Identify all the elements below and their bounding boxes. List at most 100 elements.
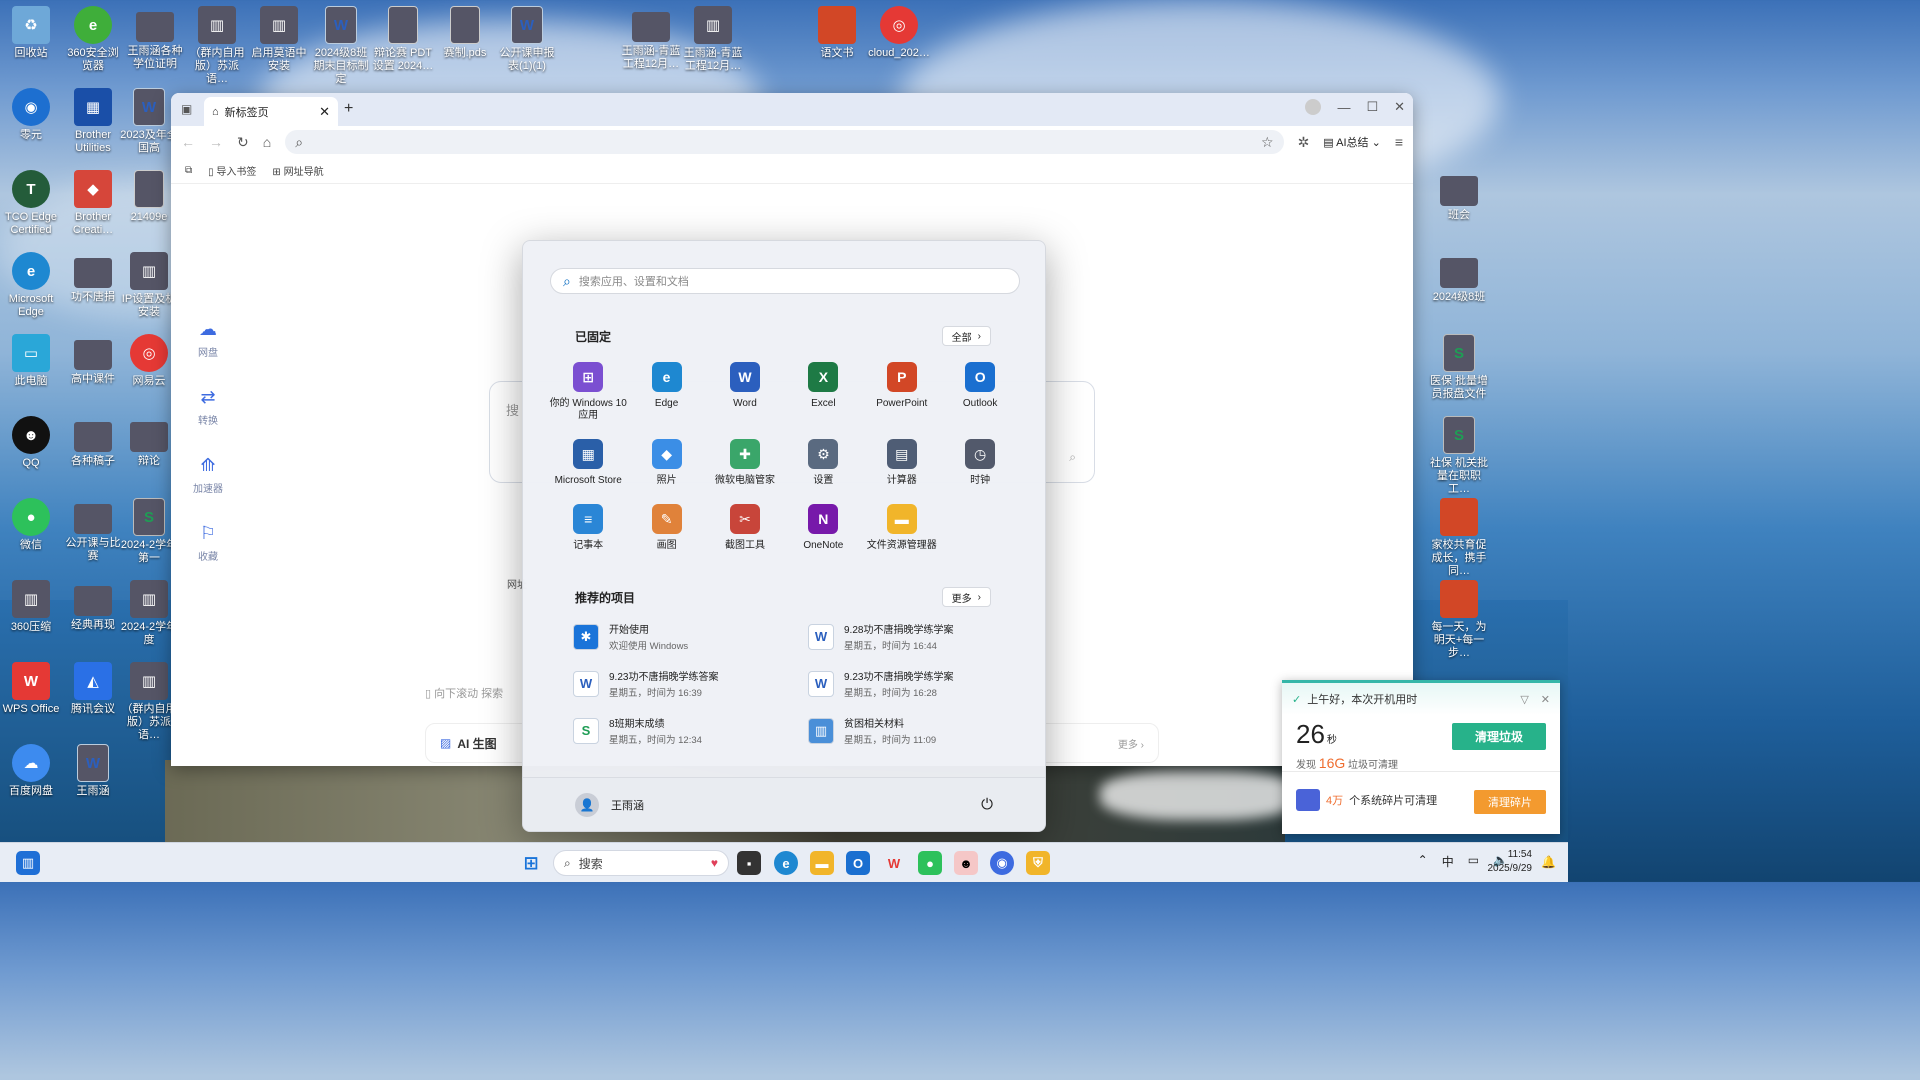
app-taskbar-icon[interactable]: ◉ — [990, 851, 1014, 875]
wechat-taskbar-icon[interactable]: ● — [918, 851, 942, 875]
show-desktop-icon[interactable]: 🔔 — [1541, 855, 1556, 869]
address-bar[interactable]: ⌕ ☆ — [285, 130, 1284, 154]
home-button-icon[interactable]: ⌂ — [263, 134, 271, 150]
desktop-icon[interactable]: e 360安全浏览器 — [62, 6, 124, 73]
pinned-app[interactable]: O Outlook — [941, 359, 1019, 422]
recommended-item[interactable]: ▥ 贫困相关材料 星期五，时间为 11:09 — [808, 715, 1003, 746]
power-icon[interactable]: ⏻ — [981, 796, 993, 813]
windows-start-icon[interactable]: ⊞ — [519, 851, 543, 875]
recommended-item[interactable]: W 9.28功不唐捐晚学练学案 星期五，时间为 16:44 — [808, 621, 1003, 652]
close-icon[interactable]: ✕ — [1541, 693, 1550, 706]
pinned-app[interactable]: P PowerPoint — [863, 359, 941, 422]
desktop-icon[interactable]: ▦ Brother Utilities — [62, 88, 124, 155]
sidebar-netdisk[interactable]: ☁ 网盘 — [193, 319, 223, 359]
user-avatar-icon[interactable]: 👤 — [575, 792, 599, 817]
forward-icon[interactable]: → — [209, 134, 223, 150]
maximize-button[interactable]: ☐ — [1366, 99, 1378, 115]
edge-taskbar-icon[interactable]: e — [774, 851, 798, 875]
recommended-item[interactable]: ✱ 开始使用 欢迎使用 Windows — [573, 621, 808, 652]
widgets-icon[interactable]: ▥ — [16, 851, 40, 875]
pinned-app[interactable]: ✂ 截图工具 — [706, 501, 784, 552]
close-window-button[interactable]: ✕ — [1394, 99, 1405, 115]
sidebar-convert[interactable]: ⇄ 转换 — [193, 387, 223, 427]
pinned-app[interactable]: ✚ 微软电脑管家 — [706, 436, 784, 487]
desktop-icon[interactable]: 家校共育促成长，携手同… — [1428, 498, 1490, 578]
chevron-up-icon[interactable]: ⌃ — [1418, 853, 1428, 870]
file-explorer-icon[interactable]: ▬ — [810, 851, 834, 875]
pinned-app[interactable]: ≡ 记事本 — [549, 501, 627, 552]
star-icon[interactable]: ☆ — [1261, 134, 1274, 151]
start-search-input[interactable]: ⌕ 搜索应用、设置和文档 — [550, 268, 1020, 294]
reload-icon[interactable]: ↻ — [237, 134, 249, 151]
pinned-app[interactable]: ▬ 文件资源管理器 — [863, 501, 941, 552]
desktop-icon[interactable]: ◎ cloud_202… — [868, 6, 930, 60]
pinned-app[interactable]: ◆ 照片 — [627, 436, 705, 487]
pinned-app[interactable]: ▦ Microsoft Store — [549, 436, 627, 487]
desktop-icon[interactable]: ▭ 此电脑 — [0, 334, 62, 388]
desktop-icon[interactable]: 王雨涵各种学位证明 — [124, 6, 186, 71]
back-icon[interactable]: ← — [181, 134, 195, 150]
outlook-taskbar-icon[interactable]: O — [846, 851, 870, 875]
desktop-icon[interactable]: 经典再现 — [62, 580, 124, 632]
desktop-icon[interactable]: ◆ Brother Creati… — [62, 170, 124, 237]
desktop-icon[interactable]: ● 微信 — [0, 498, 62, 552]
desktop-icon[interactable]: W 公开课申报表(1)(1) — [496, 6, 558, 73]
ai-gen-more[interactable]: 更多 › — [1118, 736, 1144, 751]
clock[interactable]: 11:54 2025/9/29 — [1488, 848, 1533, 876]
pinned-app[interactable]: ▤ 计算器 — [863, 436, 941, 487]
desktop-icon[interactable]: S 医保 批量增员报盘文件 — [1428, 334, 1490, 401]
desktop-icon[interactable]: 各种稿子 — [62, 416, 124, 468]
ai-summary-button[interactable]: ▤ AI总结 ⌄ — [1323, 134, 1381, 150]
desktop-icon[interactable]: 辩论赛 PDT 设置 2024… — [372, 6, 434, 73]
collapse-icon[interactable]: ▽ — [1520, 693, 1528, 706]
pinned-app[interactable]: ✎ 画图 — [627, 501, 705, 552]
new-tab-button[interactable]: + — [344, 100, 353, 118]
desktop-icon[interactable]: 赛制.pds — [434, 6, 496, 60]
pinned-app[interactable]: X Excel — [784, 359, 862, 422]
desktop-icon[interactable]: ☁ 百度网盘 — [0, 744, 62, 798]
desktop-icon[interactable]: ♻ 回收站 — [0, 6, 62, 60]
tab-new-tab[interactable]: ⌂ 新标签页 ✕ — [204, 97, 338, 126]
desktop-icon[interactable]: ◭ 腾讯会议 — [62, 662, 124, 716]
desktop-icon[interactable]: 语文书 — [806, 6, 868, 60]
pinned-app[interactable]: e Edge — [627, 359, 705, 422]
pinned-app[interactable]: N OneNote — [784, 501, 862, 552]
tab-actions-icon[interactable]: ▣ — [181, 102, 192, 116]
qq-taskbar-icon[interactable]: ☻ — [954, 851, 978, 875]
security-taskbar-icon[interactable]: ⛨ — [1026, 851, 1050, 875]
recommended-item[interactable]: W 9.23功不唐捐晚学练学案 星期五，时间为 16:28 — [808, 668, 1003, 699]
search-icon[interactable]: ⌕ — [1069, 450, 1076, 465]
desktop-icon[interactable]: W WPS Office — [0, 662, 62, 716]
recommended-item[interactable]: W 9.23功不唐捐晚学练答案 星期五，时间为 16:39 — [573, 668, 808, 699]
pinned-app[interactable]: ⊞ 你的 Windows 10 应用 — [549, 359, 627, 422]
all-apps-button[interactable]: 全部 › — [941, 326, 991, 346]
desktop-icon[interactable]: W 2024级8班期末目标制定 — [310, 6, 372, 86]
desktop-icon[interactable]: 2024级8班 — [1428, 252, 1490, 304]
bookmark-nav[interactable]: ⊞ 网址导航 — [272, 163, 323, 178]
desktop-icon[interactable]: 功不唐捐 — [62, 252, 124, 304]
clean-fragments-button[interactable]: 清理碎片 — [1474, 790, 1546, 814]
desktop-icon[interactable]: 王雨涵-青蓝工程12月… — [620, 6, 682, 71]
desktop-icon[interactable]: e Microsoft Edge — [0, 252, 62, 319]
close-tab-icon[interactable]: ✕ — [319, 104, 330, 120]
profile-icon[interactable] — [1305, 99, 1322, 115]
sidebar-accelerator[interactable]: ⟰ 加速器 — [193, 455, 223, 495]
pinned-app[interactable]: ◷ 时钟 — [941, 436, 1019, 487]
desktop-icon[interactable]: ▥ 启用莫语中安装 — [248, 6, 310, 73]
pinned-app[interactable]: ⚙ 设置 — [784, 436, 862, 487]
extensions-icon[interactable]: ✲ — [1298, 134, 1310, 151]
desktop-icon[interactable]: 班会 — [1428, 170, 1490, 222]
taskbar-search[interactable]: ⌕ 搜索 ♥ — [553, 850, 729, 876]
desktop-icon[interactable]: ▥ 王雨涵-青蓝工程12月… — [682, 6, 744, 73]
desktop-icon[interactable]: ▥ 360压缩 — [0, 580, 62, 634]
bookmark-toggle-icon[interactable]: ⧉ — [185, 165, 192, 176]
bookmark-import[interactable]: ▯ 导入书签 — [208, 163, 256, 178]
network-icon[interactable]: ▭ — [1468, 853, 1479, 870]
menu-icon[interactable]: ≡ — [1395, 134, 1403, 150]
desktop-icon[interactable]: ▥ （群内自用版）苏派语… — [186, 6, 248, 86]
desktop-icon[interactable]: ◉ 零元 — [0, 88, 62, 142]
task-view-icon[interactable]: ▪ — [737, 851, 761, 875]
desktop-icon[interactable]: 每一天，为明天+每一步… — [1428, 580, 1490, 660]
desktop-icon[interactable]: T TCO Edge Certified — [0, 170, 62, 237]
pinned-app[interactable]: W Word — [706, 359, 784, 422]
